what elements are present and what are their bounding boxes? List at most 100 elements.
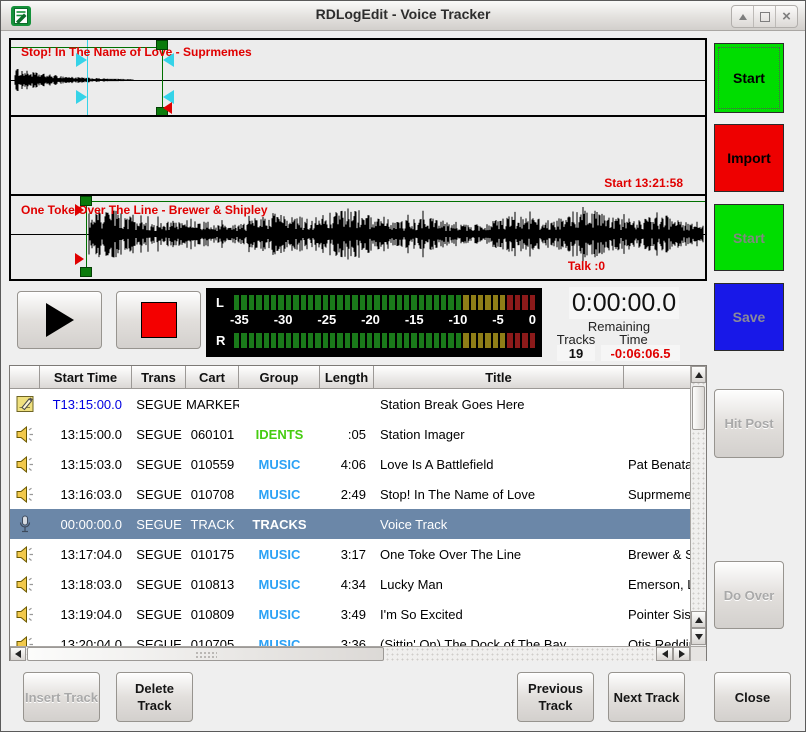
waveform-panel-next-cart[interactable]: One Toke Over The Line - Brewer & Shiple…	[11, 196, 705, 277]
event-type-icon	[10, 456, 40, 473]
event-type-icon	[10, 486, 40, 503]
speaker-icon	[16, 456, 35, 473]
vu-segment	[256, 333, 261, 348]
cell-title: Lucky Man	[374, 577, 624, 592]
segue-marker-handle-top[interactable]	[156, 40, 168, 50]
vu-segment	[471, 333, 476, 348]
scroll-up-button-bottom[interactable]	[691, 611, 706, 628]
column-header-icon[interactable]	[10, 366, 40, 389]
vu-segment	[404, 333, 409, 348]
play-button[interactable]	[17, 291, 102, 349]
vu-segment	[234, 333, 239, 348]
column-header-title[interactable]: Title	[374, 366, 624, 389]
vu-segment	[271, 333, 276, 348]
table-row[interactable]: 13:15:03.0 SEGUE 010559 MUSIC 4:06 Love …	[10, 449, 691, 479]
vu-segment	[323, 295, 328, 310]
previous-track-button[interactable]: Previous Track	[517, 672, 594, 722]
shade-window-button[interactable]	[732, 6, 754, 27]
close-button[interactable]: Close	[714, 672, 791, 722]
arrow-down-icon	[695, 634, 703, 640]
window-title: RDLogEdit - Voice Tracker	[1, 6, 805, 22]
column-header-start-time[interactable]: Start Time	[40, 366, 132, 389]
save-button: Save	[714, 283, 784, 351]
fade-marker-icon[interactable]	[163, 53, 174, 67]
horizontal-scroll-thumb[interactable]	[27, 647, 384, 661]
start-button[interactable]: Start	[714, 43, 784, 113]
cell-title: (Sittin' On) The Dock of The Bay	[374, 637, 624, 647]
scroll-left-button[interactable]	[10, 647, 26, 661]
start-marker-icon[interactable]	[75, 253, 84, 265]
vu-scale-tick: -20	[361, 312, 380, 330]
scroll-up-button[interactable]	[691, 366, 706, 383]
vu-segment	[301, 333, 306, 348]
column-header-artist[interactable]	[624, 366, 691, 389]
column-header-group[interactable]: Group	[239, 366, 320, 389]
waveform-panel-voice-track[interactable]: Start 13:21:58	[11, 117, 705, 196]
vertical-scrollbar[interactable]	[690, 366, 706, 646]
fade-marker-icon[interactable]	[76, 53, 87, 67]
start-marker-icon[interactable]	[75, 204, 84, 216]
vu-scale-tick: -35	[230, 312, 249, 330]
segue-marker-handle-bottom[interactable]	[80, 267, 92, 277]
table-row[interactable]: T13:15:00.0 SEGUE MARKER Station Break G…	[10, 389, 691, 419]
vu-segment	[434, 333, 439, 348]
vu-segment	[456, 333, 461, 348]
column-header-cart[interactable]: Cart	[186, 366, 239, 389]
vu-segment	[308, 295, 313, 310]
vu-segment	[411, 295, 416, 310]
event-type-icon	[10, 515, 40, 534]
table-row[interactable]: 13:20:04.0 SEGUE 010705 MUSIC 3:36 (Sitt…	[10, 629, 691, 646]
vu-segment	[264, 333, 269, 348]
import-button[interactable]: Import	[714, 124, 784, 192]
end-marker-icon[interactable]	[163, 102, 172, 114]
fade-marker-icon[interactable]	[76, 90, 87, 104]
cell-cart: 010559	[186, 457, 239, 472]
voice-tracker-window: RDLogEdit - Voice Tracker × Stop! In The…	[0, 0, 806, 732]
cell-length: 3:17	[320, 547, 374, 562]
maximize-window-button[interactable]	[754, 6, 776, 27]
segue-level-line	[86, 201, 705, 202]
stop-button[interactable]	[116, 291, 201, 349]
vu-segment	[337, 333, 342, 348]
vu-segment	[448, 333, 453, 348]
speaker-icon	[16, 486, 35, 503]
vu-segment	[301, 295, 306, 310]
next-track-button[interactable]: Next Track	[608, 672, 685, 722]
table-row[interactable]: 13:15:00.0 SEGUE 060101 IDENTS :05 Stati…	[10, 419, 691, 449]
column-header-trans[interactable]: Trans	[132, 366, 186, 389]
close-window-button[interactable]: ×	[776, 6, 797, 27]
horizontal-scrollbar[interactable]	[10, 646, 691, 661]
cell-length: 4:06	[320, 457, 374, 472]
vu-segment	[374, 333, 379, 348]
vertical-scroll-thumb[interactable]	[692, 386, 705, 430]
cell-start-time: 13:17:04.0	[40, 547, 132, 562]
vu-segment	[419, 333, 424, 348]
left-channel-label: L	[216, 295, 224, 310]
scroll-left-button-right[interactable]	[656, 647, 673, 661]
table-row[interactable]: 13:16:03.0 SEGUE 010708 MUSIC 2:49 Stop!…	[10, 479, 691, 509]
vu-segment	[360, 295, 365, 310]
table-row[interactable]: 00:00:00.0 SEGUE TRACK TRACKS Voice Trac…	[10, 509, 691, 539]
table-row[interactable]: 13:17:04.0 SEGUE 010175 MUSIC 3:17 One T…	[10, 539, 691, 569]
table-row[interactable]: 13:19:04.0 SEGUE 010809 MUSIC 3:49 I'm S…	[10, 599, 691, 629]
vu-scale-tick: -30	[274, 312, 293, 330]
vu-segment	[241, 295, 246, 310]
column-header-length[interactable]: Length	[320, 366, 374, 389]
vu-segment	[249, 295, 254, 310]
vu-segment	[367, 333, 372, 348]
vu-segment	[397, 295, 402, 310]
table-row[interactable]: 13:18:03.0 SEGUE 010813 MUSIC 4:34 Lucky…	[10, 569, 691, 599]
vu-segment	[522, 333, 527, 348]
cell-length: 2:49	[320, 487, 374, 502]
scroll-right-button[interactable]	[673, 647, 690, 661]
vu-segment	[352, 295, 357, 310]
vu-segment	[345, 333, 350, 348]
cell-start-time: 13:20:04.0	[40, 637, 132, 647]
cell-cart: 010705	[186, 637, 239, 647]
waveform-panel-previous-cart[interactable]: Stop! In The Name of Love - Suprmemes	[11, 40, 705, 117]
cell-cart: 010809	[186, 607, 239, 622]
cell-title: One Toke Over The Line	[374, 547, 624, 562]
delete-track-button[interactable]: Delete Track	[116, 672, 193, 722]
scroll-down-button[interactable]	[691, 628, 706, 645]
next-cart-title: One Toke Over The Line - Brewer & Shiple…	[21, 203, 268, 217]
